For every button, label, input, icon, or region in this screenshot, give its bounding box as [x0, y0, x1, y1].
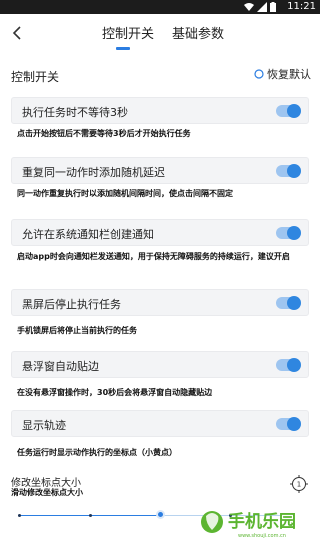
wifi-icon [244, 3, 254, 11]
setting-label: 重复同一动作时添加随机延迟 [22, 166, 165, 179]
setting-description: 在没有悬浮窗操作时，30秒后会将悬浮窗自动隐藏贴边 [17, 388, 213, 397]
setting-description: 启动app时会向通知栏发送通知，用于保持无障碍服务的持续运行，建议开启 [17, 252, 290, 261]
toggle-knob [287, 296, 301, 310]
setting-label: 允许在系统通知栏创建通知 [22, 228, 154, 241]
status-bar: 11:21 [0, 0, 320, 14]
stop-on-lock-toggle[interactable] [276, 296, 301, 310]
setting-label: 执行任务时不等待3秒 [22, 106, 128, 119]
setting-notification: 允许在系统通知栏创建通知 [11, 219, 309, 246]
setting-label: 黑屏后停止执行任务 [22, 298, 121, 311]
setting-description: 点击开始按钮后不需要等待3秒后才开始执行任务 [17, 129, 191, 138]
toggle-knob [287, 358, 301, 372]
setting-no-wait: 执行任务时不等待3秒 [11, 97, 309, 124]
restore-defaults-button[interactable]: 恢复默认 [254, 66, 311, 82]
svg-text:1: 1 [297, 481, 301, 489]
slider-step-dot [89, 514, 92, 517]
setting-description: 手机锁屏后将停止当前执行的任务 [17, 326, 137, 335]
setting-description: 任务运行时显示动作执行的坐标点（小黄点） [17, 448, 177, 457]
float-snap-toggle[interactable] [276, 358, 301, 372]
back-button[interactable] [6, 22, 28, 44]
coord-size-description: 滑动修改坐标点大小 [11, 488, 83, 497]
battery-icon [270, 2, 276, 12]
crosshair-icon: 1 [290, 475, 308, 493]
nav-bar: 控制开关 基础参数 [0, 14, 320, 52]
show-trace-toggle[interactable] [276, 417, 301, 431]
setting-float-snap: 悬浮窗自动贴边 [11, 351, 309, 378]
toggle-knob [287, 417, 301, 431]
signal-icon [257, 2, 267, 12]
slider-thumb[interactable] [156, 510, 165, 519]
svg-text:手机乐园: 手机乐园 [228, 511, 296, 532]
section-title: 控制开关 [11, 70, 60, 84]
radio-ring-icon [254, 69, 264, 79]
toggle-knob [287, 164, 301, 178]
setting-label: 悬浮窗自动贴边 [22, 360, 99, 373]
no-wait-toggle[interactable] [276, 104, 301, 118]
toggle-knob [287, 104, 301, 118]
restore-defaults-label: 恢复默认 [267, 68, 311, 81]
tab-control-switches[interactable]: 控制开关 [102, 23, 154, 42]
notification-toggle[interactable] [276, 226, 301, 240]
setting-show-trace: 显示轨迹 [11, 410, 309, 437]
tab-basic-params[interactable]: 基础参数 [172, 23, 224, 42]
random-delay-toggle[interactable] [276, 164, 301, 178]
watermark-logo: 手机乐园 www.shouji.com.cn [201, 511, 296, 539]
setting-random-delay: 重复同一动作时添加随机延迟 [11, 157, 309, 184]
active-tab-indicator [116, 47, 130, 50]
status-time: 11:21 [287, 1, 316, 12]
chevron-left-icon [12, 26, 21, 40]
setting-stop-on-lock: 黑屏后停止执行任务 [11, 289, 309, 316]
setting-label: 显示轨迹 [22, 419, 66, 432]
setting-description: 同一动作重复执行时以添加随机间隔时间，使点击间隔不固定 [17, 189, 233, 198]
toggle-knob [287, 226, 301, 240]
svg-text:www.shouji.com.cn: www.shouji.com.cn [238, 533, 286, 539]
status-icons [244, 2, 276, 12]
slider-step-dot [18, 514, 21, 517]
